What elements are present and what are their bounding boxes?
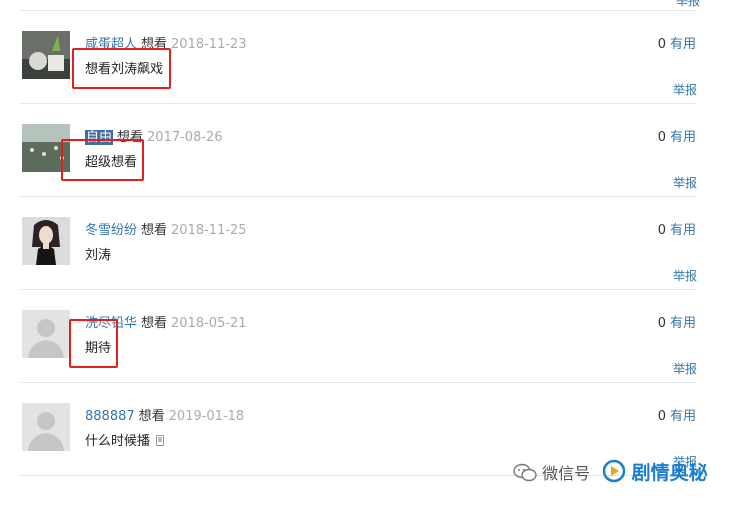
default-user-avatar-icon[interactable] [22, 310, 70, 358]
rating-status: 想看 [141, 316, 168, 331]
comment-date: 2019-01-18 [168, 409, 245, 424]
vote-area: 0 有用 [658, 219, 696, 238]
watermark: 微信号 剧情奥秘 [513, 458, 723, 490]
report-link[interactable]: 举报 [673, 81, 697, 98]
comment-meta: 冬雪纷纷 想看 2018-11-25 [85, 219, 247, 238]
wechat-watermark: 微信号 [513, 460, 590, 484]
vote-area: 0 有用 [658, 33, 696, 52]
divider [20, 382, 695, 383]
report-link[interactable]: 举报 [673, 360, 697, 377]
report-link[interactable]: 举报 [673, 174, 697, 191]
divider [20, 196, 695, 197]
useful-button[interactable]: 有用 [670, 130, 696, 145]
rating-status: 想看 [141, 223, 168, 238]
comment-date: 2018-11-23 [171, 37, 247, 52]
divider [20, 10, 695, 11]
vote-area: 0 有用 [658, 126, 696, 145]
comment-item: 冬雪纷纷 想看 2018-11-25 0 有用 刘涛 举报 [0, 217, 737, 310]
vote-count: 0 [657, 409, 666, 424]
phone-icon [156, 435, 165, 446]
username-link[interactable]: 冬雪纷纷 [85, 223, 137, 238]
rating-status: 想看 [138, 409, 165, 424]
vote-area: 0 有用 [658, 312, 696, 331]
brand-watermark: 剧情奥秘 [602, 458, 708, 485]
comment-text: 什么时候播 [85, 430, 165, 449]
highlight-box [69, 319, 118, 368]
comment-text: 刘涛 [85, 248, 112, 263]
useful-button[interactable]: 有用 [670, 409, 696, 424]
divider [20, 103, 695, 104]
vote-count: 0 [657, 223, 666, 238]
useful-button[interactable]: 有用 [670, 223, 696, 238]
default-user-avatar-icon[interactable] [22, 403, 70, 451]
username-link[interactable]: 888887 [85, 409, 135, 424]
comment-date: 2018-05-21 [171, 316, 247, 331]
avatar[interactable] [22, 31, 70, 79]
highlight-box [61, 139, 144, 181]
divider [20, 289, 695, 290]
vote-count: 0 [657, 130, 666, 145]
useful-button[interactable]: 有用 [670, 37, 696, 52]
report-link-top[interactable]: 举报 [676, 0, 700, 9]
avatar[interactable] [22, 217, 70, 265]
comment-date: 2017-08-26 [147, 130, 223, 145]
highlight-box [72, 48, 171, 89]
play-logo-icon [602, 459, 626, 483]
comment-text-value: 什么时候播 [85, 434, 151, 449]
comment-date: 2018-11-25 [171, 223, 247, 238]
report-link[interactable]: 举报 [673, 267, 697, 284]
vote-area: 0 有用 [658, 405, 696, 424]
comment-meta: 888887 想看 2019-01-18 [85, 405, 244, 424]
useful-button[interactable]: 有用 [670, 316, 696, 331]
brand-label: 剧情奥秘 [631, 462, 708, 484]
wechat-label: 微信号 [542, 464, 591, 483]
vote-count: 0 [657, 316, 666, 331]
vote-count: 0 [657, 37, 666, 52]
wechat-icon [513, 463, 537, 482]
